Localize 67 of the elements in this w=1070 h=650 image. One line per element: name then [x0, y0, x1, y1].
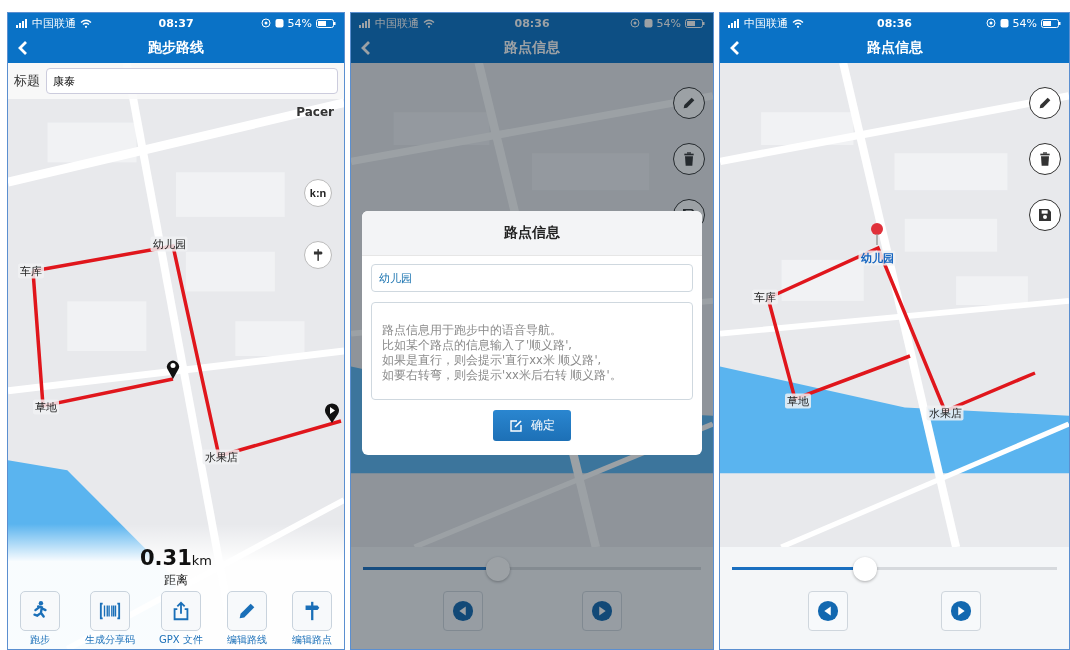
trash-icon: [1037, 151, 1053, 167]
back-icon[interactable]: [361, 40, 372, 56]
field-label: 标题: [14, 72, 40, 90]
placeholder-text: 如果是直行，则会提示'直行xx米 顺义路',: [382, 353, 602, 368]
edit-icon: [509, 418, 523, 433]
clock-time: 08:36: [877, 16, 912, 30]
trash-icon: [681, 151, 697, 167]
previous-button[interactable]: [442, 591, 483, 631]
signal-icon: [16, 18, 28, 28]
dialog-title: 路点信息: [362, 211, 702, 256]
signal-icon: [728, 18, 740, 28]
distance-label: 距离: [164, 573, 188, 588]
waypoint-label[interactable]: 车库: [18, 263, 44, 279]
waypoint-label[interactable]: 草地: [33, 399, 59, 415]
clock-time: 08:36: [514, 16, 550, 30]
placeholder-text: 比如某个路点的信息输入了'顺义路',: [382, 338, 572, 353]
previous-button[interactable]: [808, 591, 849, 631]
note-field[interactable]: 路点信息用于跑步中的语音导航。 比如某个路点的信息输入了'顺义路', 如果是直行，则会提示'直行xx米 顺义路', 如要右转弯，则会提示'xx米后右转 顺义路'。: [371, 302, 693, 400]
waypoint-label[interactable]: 水果店: [926, 405, 964, 421]
right-arrow-circle-icon: [949, 600, 972, 622]
waypoint-label[interactable]: 幼儿园: [858, 250, 896, 266]
battery-icon: [316, 18, 337, 28]
battery-percent: 54%: [656, 16, 681, 30]
location-pin-icon: [324, 403, 340, 423]
map-brand: Pacer: [296, 105, 335, 119]
screen-title: 路点信息: [865, 39, 924, 57]
pencil-icon: [681, 95, 697, 111]
left-arrow-circle-icon: [817, 600, 840, 622]
battery-percent: 54%: [287, 16, 313, 30]
placeholder-text: 如要右转弯，则会提示'xx米后右转 顺义路'。: [382, 368, 622, 383]
title-field[interactable]: 康泰: [46, 68, 339, 94]
battery-percent: 54%: [1012, 16, 1037, 30]
wifi-icon: [423, 18, 436, 28]
rotation-lock-icon: [985, 18, 996, 28]
rotation-lock-icon: [260, 18, 271, 28]
location-pin-icon: [166, 359, 180, 379]
screen-title: 跑步路线: [147, 39, 205, 57]
name-field[interactable]: 幼儿园: [371, 264, 693, 292]
distance-value: 0.31km: [140, 546, 213, 572]
battery-icon: [685, 18, 705, 28]
waypoint-label[interactable]: 水果店: [202, 449, 240, 465]
rotation-lock-icon: [629, 18, 640, 28]
right-arrow-circle-icon: [590, 600, 613, 622]
clock-time: 08:37: [158, 16, 194, 30]
back-icon[interactable]: [18, 40, 28, 56]
waypoint-label[interactable]: 车库: [752, 289, 778, 305]
placeholder-text: 路点信息用于跑步中的语音导航。: [382, 323, 563, 338]
back-icon[interactable]: [730, 40, 740, 56]
carrier-name: 中国联通: [375, 15, 420, 31]
slider-thumb[interactable]: [486, 557, 511, 581]
waypoint-label[interactable]: 幼儿园: [150, 236, 188, 252]
left-arrow-circle-icon: [451, 600, 474, 622]
screen-title: 路点信息: [503, 39, 561, 57]
next-button[interactable]: [581, 591, 622, 631]
barcode-icon: [98, 600, 121, 622]
map-pin-icon: [870, 223, 884, 245]
next-button[interactable]: [940, 591, 981, 631]
carrier-name: 中国联通: [744, 15, 788, 31]
signal-icon: [359, 18, 372, 28]
waypoint-label[interactable]: 草地: [785, 393, 811, 409]
confirm-button[interactable]: 确定: [493, 410, 571, 441]
carrier-name: 中国联通: [32, 15, 76, 31]
battery-icon: [1041, 18, 1061, 28]
slider-thumb[interactable]: [853, 557, 878, 581]
wifi-icon: [792, 18, 804, 28]
wifi-icon: [80, 18, 92, 28]
pencil-icon: [1037, 95, 1053, 111]
